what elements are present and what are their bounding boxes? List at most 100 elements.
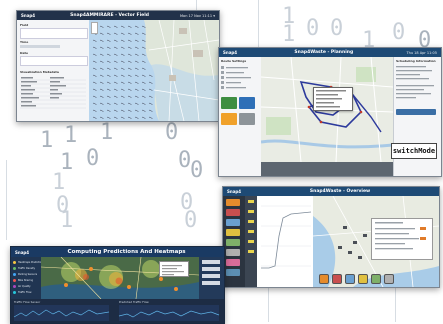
binary-digit: 0	[184, 208, 198, 233]
route-popup	[313, 87, 353, 111]
truck-legend	[221, 97, 258, 127]
bin-marker	[353, 241, 357, 244]
layer-icon	[13, 272, 16, 276]
planning-titlebar: Snap4 Snap4Waste - Planning Thu 18 Apr 1…	[219, 48, 441, 57]
binary-digit: 0	[392, 20, 406, 45]
field-section: Field	[20, 23, 29, 27]
binary-digit: 1	[60, 208, 74, 233]
date-display: Thu 18 Apr 11:05	[406, 50, 437, 55]
layer-label: Traffic Flow	[18, 290, 32, 294]
field-inputs[interactable]	[20, 28, 88, 39]
bin-type-item[interactable]	[226, 199, 240, 206]
date-input[interactable]	[20, 56, 88, 66]
metadata-table	[20, 76, 86, 116]
bin-type-list[interactable]	[226, 199, 242, 279]
binary-digit: 0	[165, 120, 179, 145]
bin-type-item[interactable]	[226, 209, 240, 216]
layer-label: Traffic Density	[18, 266, 36, 270]
metadata-section: Visualization Metadata	[20, 70, 59, 74]
date-section: Date	[20, 51, 28, 55]
app-logo: Snap4	[15, 249, 30, 255]
layer-icon	[13, 284, 16, 288]
bin-type-item[interactable]	[226, 259, 240, 266]
bin-icon[interactable]	[345, 274, 355, 284]
truck-type-icon[interactable]	[221, 113, 237, 125]
layer-menu-list[interactable]: Heatmaps Prediction Traffic Density Parkin…	[13, 259, 43, 295]
zoom-control[interactable]	[91, 22, 98, 34]
bin-marker	[358, 256, 362, 259]
bin-icon[interactable]	[384, 274, 394, 284]
vector-field-titlebar: Snap4 Snap4AMMIRARE - Vector Field Mon 1…	[17, 11, 219, 20]
overview-titlebar: Snap4 Snap4Waste - Overview	[223, 187, 439, 196]
truck-type-icon[interactable]	[239, 113, 255, 125]
sensor-popup	[159, 261, 189, 277]
layer-menu: Heatmaps Prediction Traffic Density Parkin…	[11, 257, 43, 299]
bin-marker	[363, 234, 367, 237]
bin-details-popup	[371, 218, 433, 260]
map-footer	[261, 162, 393, 176]
binary-digit: 1	[52, 170, 66, 195]
truck-type-icon[interactable]	[239, 97, 255, 109]
overview-map[interactable]	[313, 196, 439, 287]
bin-type-sidebar	[223, 196, 246, 287]
app-logo: Snap4	[21, 13, 36, 18]
layer-icon	[13, 278, 16, 282]
binary-digit: 0	[306, 16, 320, 41]
layer-label: Air Quality	[18, 284, 31, 288]
time-section: Time	[20, 40, 29, 44]
overview-screenshot: Snap4 Snap4Waste - Overview	[222, 186, 440, 288]
truck-type-icon[interactable]	[221, 97, 237, 109]
switch-mode-button[interactable]: switchMode	[391, 143, 437, 159]
bin-icon[interactable]	[371, 274, 381, 284]
bin-type-item[interactable]	[226, 249, 240, 256]
bin-marker	[338, 246, 342, 249]
bin-icon[interactable]	[358, 274, 368, 284]
planning-screenshot: Snap4 Snap4Waste - Planning Thu 18 Apr 1…	[218, 47, 442, 177]
window-title: Snap4Waste - Overview	[309, 189, 371, 194]
bin-type-item[interactable]	[226, 229, 240, 236]
layer-menu-item[interactable]: Traffic Flow	[13, 289, 43, 295]
app-logo: Snap4	[223, 50, 238, 55]
apply-button[interactable]	[396, 109, 436, 115]
binary-digit: 0	[190, 158, 204, 183]
binary-digit: 0	[86, 146, 100, 171]
scheduling-header: Scheduling Information	[396, 59, 436, 63]
app-logo: Snap4	[227, 189, 242, 194]
time-slider[interactable]	[20, 45, 60, 48]
fill-level-chart	[257, 196, 313, 287]
bin-type-item[interactable]	[226, 239, 240, 246]
bin-icons-row	[319, 274, 394, 284]
bin-icon[interactable]	[319, 274, 329, 284]
predictions-titlebar: Snap4 Computing Predictions And Heatmaps	[11, 247, 224, 257]
binary-digit: 1	[64, 123, 78, 148]
bin-marker	[348, 251, 352, 254]
bin-marker	[343, 226, 347, 229]
route-map[interactable]	[261, 57, 393, 162]
layer-label: Bike Sharing	[18, 278, 34, 282]
date-menu[interactable]: Mon 17 Nov 11:11 ▾	[180, 14, 215, 18]
window-title: Snap4AMMIRARE - Vector Field	[70, 13, 149, 18]
predictions-screenshot: Snap4 Computing Predictions And Heatmaps…	[10, 246, 225, 324]
vector-field-map[interactable]	[89, 20, 219, 121]
charts-area: Traffic Flow Sensor Predicted Traffic Fl…	[11, 299, 224, 323]
schedule-details	[396, 65, 440, 105]
layer-icon	[13, 260, 16, 264]
route-settings-header: Route Settings	[221, 59, 247, 63]
layer-label: Parking Sensors	[18, 272, 38, 276]
bin-type-item[interactable]	[226, 269, 240, 276]
route-options[interactable]	[221, 65, 258, 91]
vector-field-screenshot: Snap4 Snap4AMMIRARE - Vector Field Mon 1…	[16, 10, 220, 122]
layer-label: Heatmaps Prediction	[18, 260, 43, 264]
window-title: Snap4Waste - Planning	[294, 50, 354, 55]
binary-digit: 0	[330, 16, 344, 41]
control-panel: Field Time Date Visualization Metadata	[17, 20, 90, 121]
bin-type-item[interactable]	[226, 219, 240, 226]
color-scale	[245, 196, 257, 287]
binary-digit: 1	[100, 120, 114, 145]
layer-icon	[13, 290, 16, 294]
bin-icon[interactable]	[332, 274, 342, 284]
route-settings-panel: Route Settings	[219, 57, 262, 176]
heatmap-map[interactable]	[41, 257, 199, 299]
binary-digit: 1	[282, 22, 296, 47]
layer-icon	[13, 266, 16, 270]
